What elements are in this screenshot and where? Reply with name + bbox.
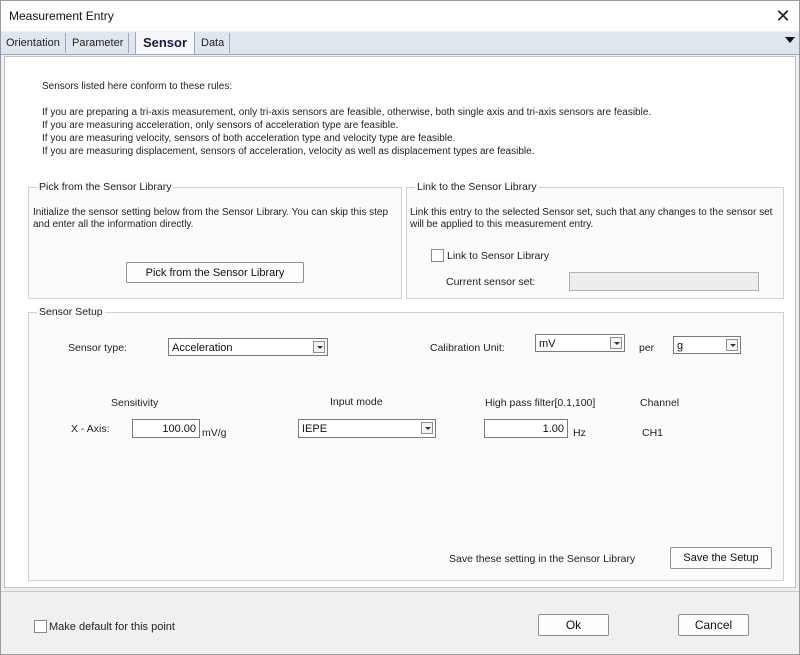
pick-sensor-group: Pick from the Sensor Library Initialize … <box>28 181 402 299</box>
window-title: Measurement Entry <box>9 9 114 23</box>
tab-strip: Orientation Parameter Sensor Data <box>1 32 799 55</box>
high-pass-filter-header: High pass filter[0.1,100] <box>485 397 596 409</box>
sensor-type-value: Acceleration <box>172 342 233 354</box>
ok-button[interactable]: Ok <box>538 614 609 636</box>
tab-data[interactable]: Data <box>196 33 231 53</box>
sensor-type-label: Sensor type: <box>68 342 127 354</box>
x-axis-label: X - Axis: <box>71 423 110 435</box>
save-setup-button[interactable]: Save the Setup <box>670 547 772 569</box>
channel-value: CH1 <box>642 427 664 439</box>
high-pass-filter-unit: Hz <box>573 427 586 439</box>
chevron-down-icon <box>726 339 738 351</box>
setup-group-title: Sensor Setup <box>37 306 105 318</box>
make-default-label: Make default for this point <box>49 621 175 633</box>
save-setting-text: Save these setting in the Sensor Library <box>449 553 636 565</box>
per-unit-value: g <box>677 340 684 352</box>
link-checkbox-label: Link to Sensor Library <box>447 250 550 262</box>
tab-parameter[interactable]: Parameter <box>67 33 130 53</box>
high-pass-filter-input[interactable]: 1.00 <box>484 419 568 438</box>
calibration-unit-value: mV <box>539 338 556 350</box>
cancel-button[interactable]: Cancel <box>678 614 749 636</box>
measurement-entry-dialog: Measurement Entry ✕ Orientation Paramete… <box>0 0 800 655</box>
rule-line: If you are measuring displacement, senso… <box>42 146 535 157</box>
current-sensor-set-field <box>569 272 759 291</box>
rule-line: If you are measuring acceleration, only … <box>42 120 399 131</box>
link-group-title: Link to the Sensor Library <box>415 181 539 193</box>
link-to-library-checkbox[interactable] <box>431 249 444 262</box>
tab-overflow-chevron-down-icon[interactable] <box>785 37 795 43</box>
sensitivity-unit: mV/g <box>202 427 227 439</box>
pick-description: Initialize the sensor setting below from… <box>33 207 389 230</box>
tab-orientation[interactable]: Orientation <box>1 33 66 53</box>
chevron-down-icon <box>610 337 622 349</box>
sensor-type-select[interactable]: Acceleration <box>168 338 328 356</box>
sensor-tab-panel: Sensors listed here conform to these rul… <box>4 56 796 588</box>
calibration-unit-label: Calibration Unit: <box>430 342 505 354</box>
chevron-down-icon <box>313 341 325 353</box>
tab-sensor[interactable]: Sensor <box>135 32 195 54</box>
make-default-checkbox[interactable] <box>34 620 47 633</box>
pick-from-library-button[interactable]: Pick from the Sensor Library <box>126 262 304 283</box>
per-unit-select[interactable]: g <box>673 336 741 354</box>
input-mode-select[interactable]: IEPE <box>298 419 436 438</box>
rules-intro: Sensors listed here conform to these rul… <box>42 81 233 92</box>
footer-divider <box>1 591 799 592</box>
rule-line: If you are measuring velocity, sensors o… <box>42 133 456 144</box>
sensitivity-header: Sensitivity <box>111 397 159 409</box>
link-description: Link this entry to the selected Sensor s… <box>410 207 773 230</box>
sensitivity-input[interactable]: 100.00 <box>132 419 200 438</box>
current-sensor-set-label: Current sensor set: <box>446 276 536 288</box>
calibration-unit-select[interactable]: mV <box>535 334 625 352</box>
link-sensor-group: Link to the Sensor Library Link this ent… <box>406 181 784 299</box>
input-mode-value: IEPE <box>302 423 328 435</box>
close-icon[interactable]: ✕ <box>773 6 793 26</box>
sensor-setup-group: Sensor Setup Sensor type: Acceleration C… <box>28 306 784 581</box>
per-label: per <box>639 342 655 354</box>
chevron-down-icon <box>421 422 433 434</box>
rule-line: If you are preparing a tri-axis measurem… <box>42 107 652 118</box>
title-bar: Measurement Entry ✕ <box>1 1 799 31</box>
pick-group-title: Pick from the Sensor Library <box>37 181 174 193</box>
channel-header: Channel <box>640 397 680 409</box>
input-mode-header: Input mode <box>330 396 383 408</box>
